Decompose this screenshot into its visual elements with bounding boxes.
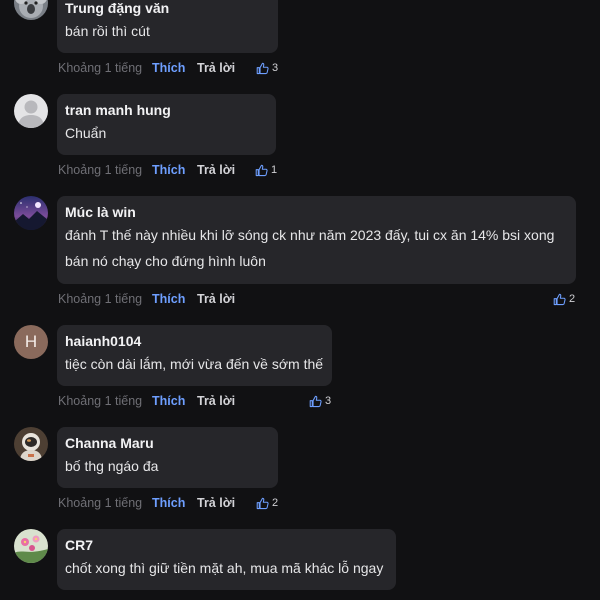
like-button[interactable]: Thích	[152, 392, 185, 410]
avatar[interactable]	[14, 0, 48, 20]
like-count: 3	[325, 395, 332, 407]
comment-text: tiệc còn dài lắm, mới vừa đến về sớm thế	[65, 356, 324, 372]
thumbs-up-icon	[255, 164, 268, 176]
comment-text: chốt xong thì giữ tiền mặt ah, mua mã kh…	[65, 560, 384, 576]
reply-button[interactable]: Trả lời	[197, 161, 235, 179]
comment-time: Khoảng 1 tiếng	[58, 496, 143, 510]
avatar[interactable]: H	[14, 325, 48, 359]
thumbs-up-icon	[309, 395, 322, 407]
comment-author[interactable]: Trung đặng văn	[65, 0, 269, 16]
comment-text: bán nó chạy cho đứng hình luôn	[65, 253, 266, 269]
like-count: 1	[271, 164, 278, 176]
reply-button[interactable]: Trả lời	[197, 290, 235, 308]
reaction-count[interactable]: 2	[553, 290, 575, 308]
reply-button[interactable]: Trả lời	[197, 494, 235, 512]
reply-button[interactable]: Trả lời	[197, 392, 235, 410]
avatar[interactable]	[14, 94, 48, 128]
comment-time: Khoảng 1 tiếng	[58, 292, 143, 306]
thumbs-up-icon	[553, 293, 566, 305]
comment-bubble: Múc là win đánh T thế này nhiều khi lỡ s…	[57, 196, 576, 284]
comment-text: Chuẩn	[65, 125, 107, 141]
like-button[interactable]: Thích	[152, 59, 185, 77]
reaction-count[interactable]: 3	[309, 392, 331, 410]
comment-bubble: Channa Maru bố thg ngáo đa	[57, 427, 278, 488]
comment-text: đánh T thế này nhiều khi lỡ sóng ck như …	[65, 227, 555, 243]
comment-author[interactable]: Channa Maru	[65, 435, 269, 451]
comment-actions: Khoảng 1 tiếng Thích Trả lời 2	[58, 290, 578, 308]
night-sky-avatar-image	[14, 196, 48, 230]
like-button[interactable]: Thích	[152, 290, 185, 308]
reaction-count[interactable]: 1	[255, 161, 277, 179]
thumbs-up-icon	[256, 497, 269, 509]
reaction-count[interactable]: 3	[256, 59, 278, 77]
astronaut-avatar-image	[14, 427, 48, 461]
comment-bubble: Trung đặng văn bán rồi thì cút	[57, 0, 278, 53]
comment-author[interactable]: haianh0104	[65, 333, 323, 349]
avatar[interactable]	[14, 196, 48, 230]
comment-text: bán rồi thì cút	[65, 23, 150, 39]
comment-author[interactable]: CR7	[65, 537, 387, 553]
comment-author[interactable]: tran manh hung	[65, 102, 267, 118]
comment-time: Khoảng 1 tiếng	[58, 394, 143, 408]
comment-author[interactable]: Múc là win	[65, 204, 567, 220]
reaction-count[interactable]: 2	[256, 494, 278, 512]
flowers-avatar-image	[14, 529, 48, 563]
thumbs-up-icon	[256, 62, 269, 74]
comment-time: Khoảng 1 tiếng	[58, 163, 143, 177]
comment-bubble: CR7 chốt xong thì giữ tiền mặt ah, mua m…	[57, 529, 396, 590]
avatar[interactable]	[14, 427, 48, 461]
avatar-letter: H	[24, 332, 38, 351]
avatar[interactable]	[14, 529, 48, 563]
like-button[interactable]: Thích	[152, 494, 185, 512]
comment-text: bố thg ngáo đa	[65, 458, 159, 474]
comment-bubble: tran manh hung Chuẩn	[57, 94, 276, 155]
comment-bubble: haianh0104 tiệc còn dài lắm, mới vừa đến…	[57, 325, 332, 386]
koala-avatar-image	[14, 0, 48, 20]
comment-time: Khoảng 1 tiếng	[58, 61, 143, 75]
like-count: 2	[569, 293, 576, 305]
like-count: 2	[272, 497, 279, 509]
default-user-icon	[14, 94, 48, 128]
like-button[interactable]: Thích	[152, 161, 185, 179]
like-count: 3	[272, 62, 279, 74]
reply-button[interactable]: Trả lời	[197, 59, 235, 77]
